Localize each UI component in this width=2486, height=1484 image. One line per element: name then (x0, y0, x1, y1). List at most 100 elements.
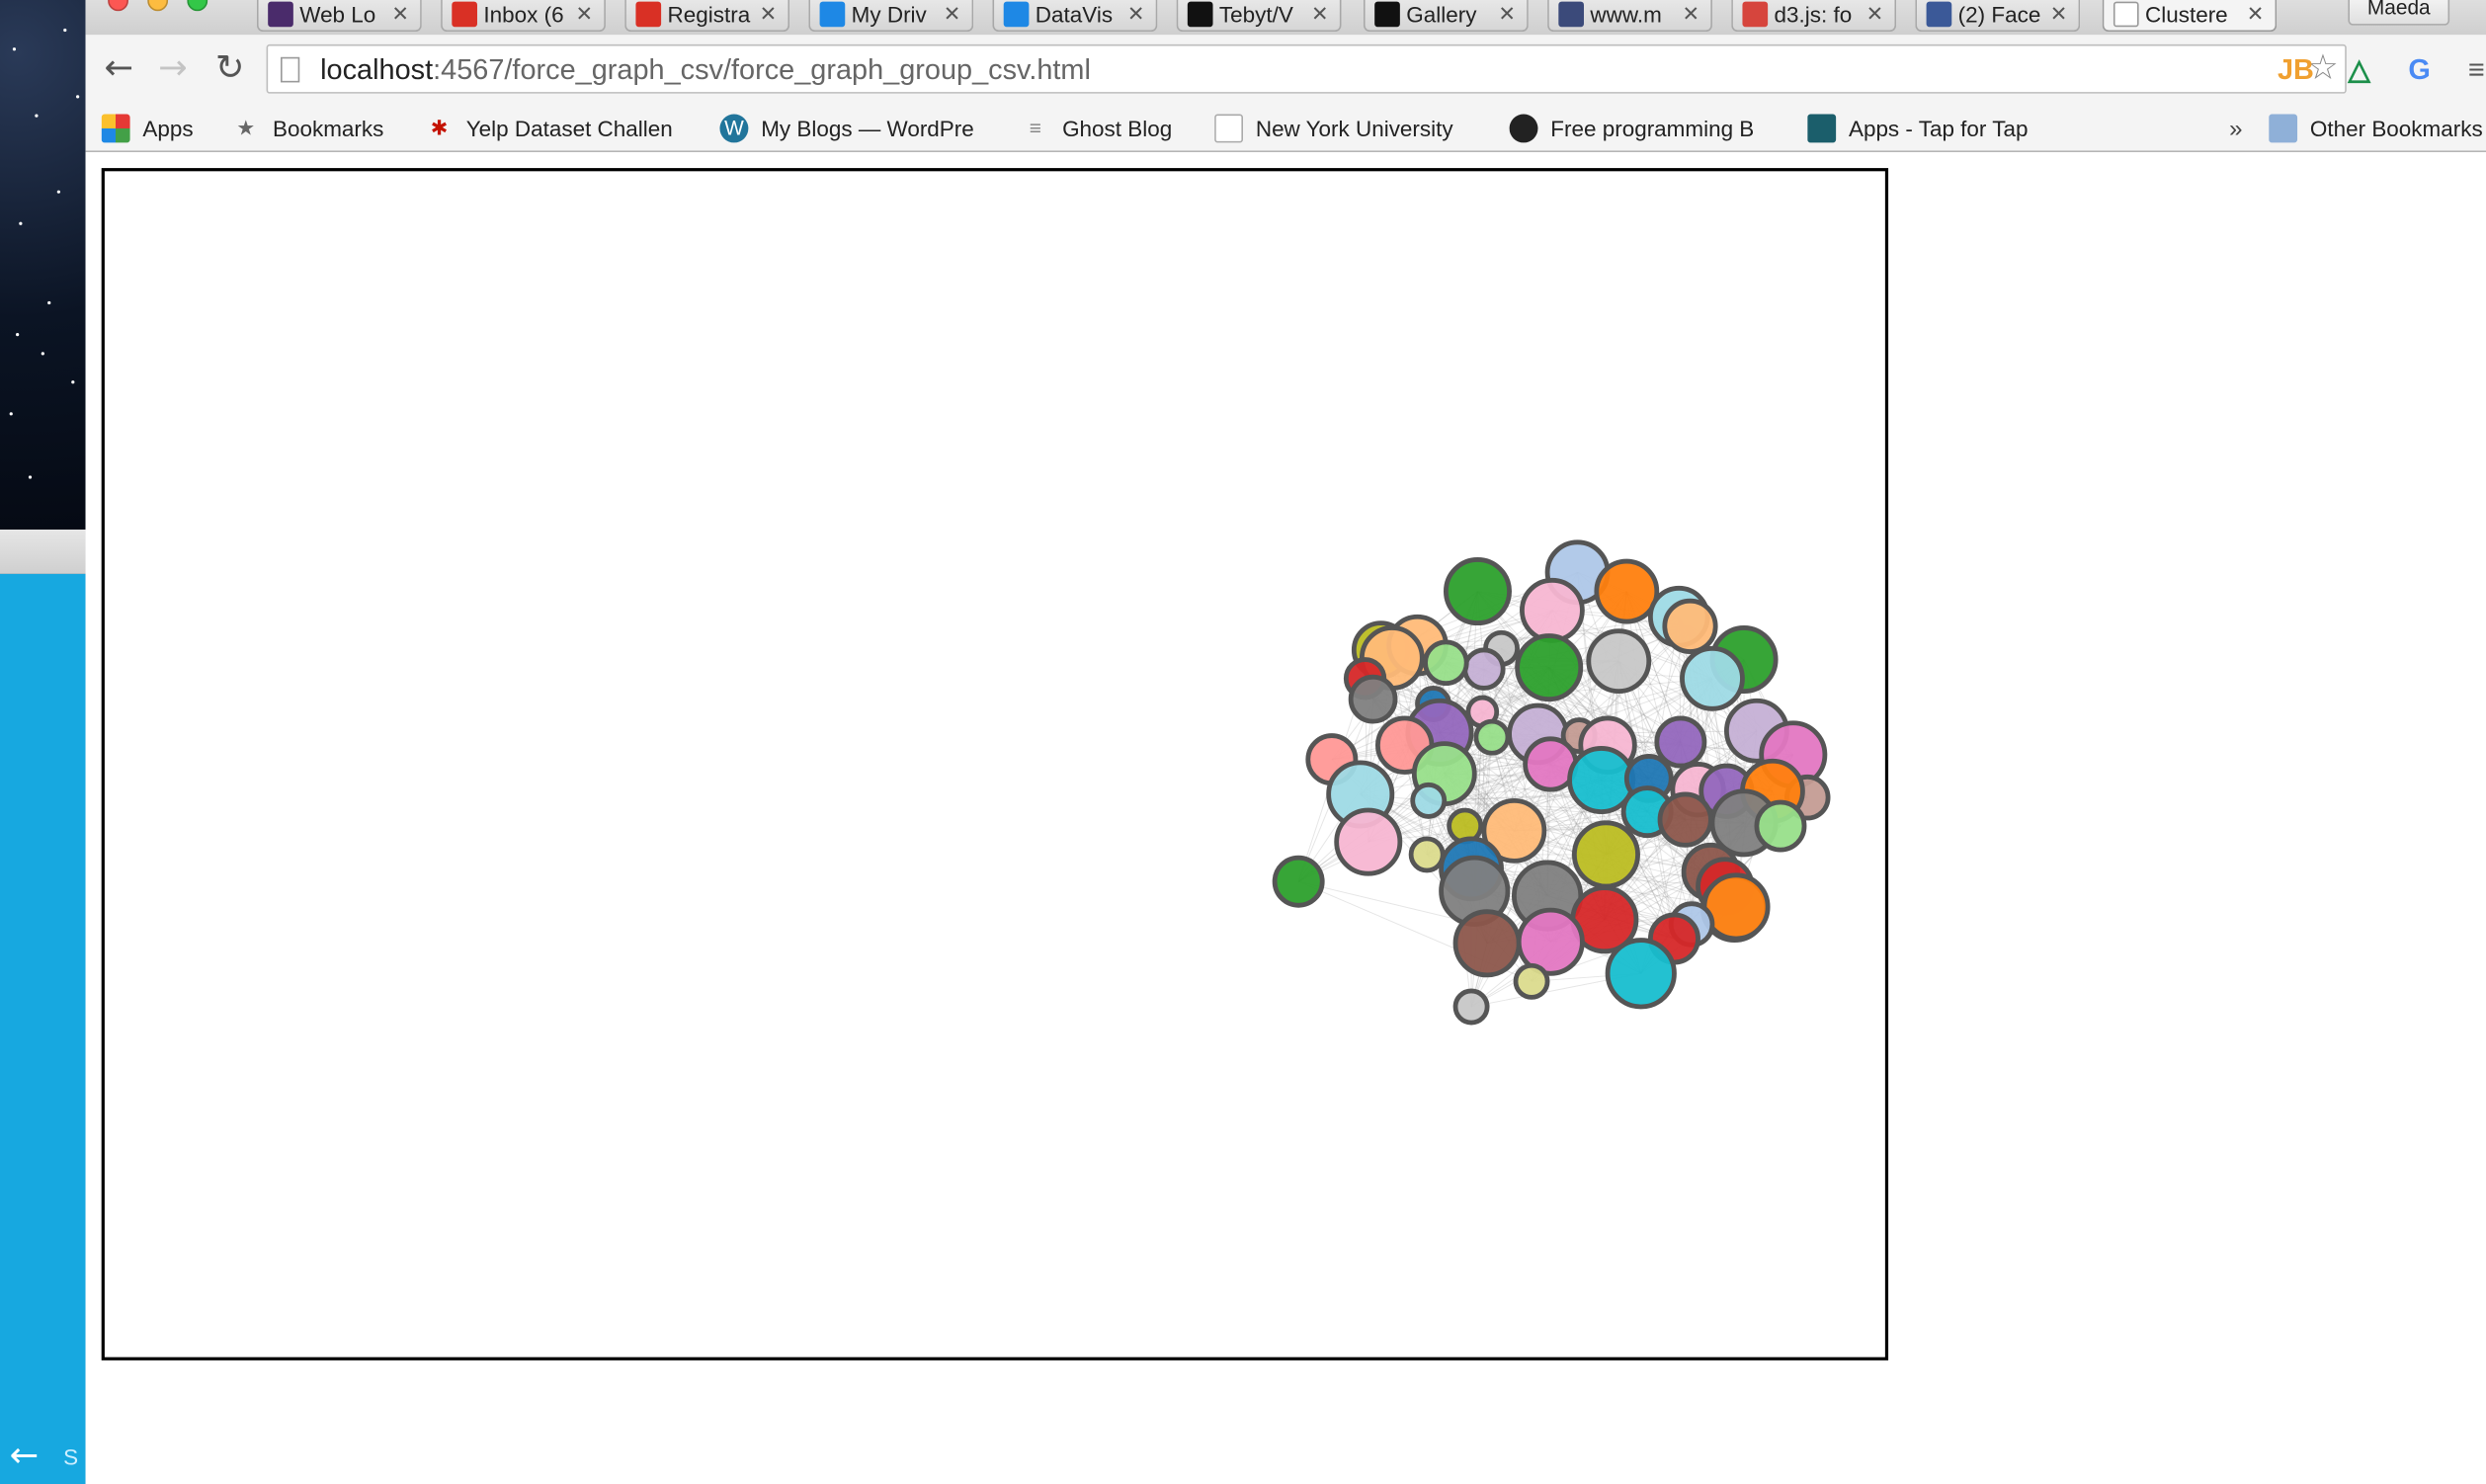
tab-close-icon[interactable]: ✕ (391, 1, 410, 27)
tab-title: DataVis (1035, 0, 1114, 27)
other-bookmarks-folder[interactable]: Other Bookmarks (2269, 111, 2483, 145)
browser-tab[interactable]: Registra ✕ (624, 0, 790, 33)
force-graph-canvas[interactable] (101, 168, 1889, 1360)
browser-tab[interactable]: www.m ✕ (1547, 0, 1712, 33)
wordpress-icon: W (719, 114, 749, 143)
star-dot (56, 190, 60, 194)
tab-close-icon[interactable]: ✕ (1127, 1, 1146, 27)
graph-node[interactable] (1272, 855, 1325, 908)
tab-close-icon[interactable]: ✕ (2050, 1, 2069, 27)
minimize-window-button[interactable] (147, 0, 169, 12)
back-button[interactable]: ← (98, 50, 139, 89)
graph-node[interactable] (1408, 836, 1446, 873)
graph-node[interactable] (1594, 558, 1660, 624)
forward-button[interactable]: → (152, 50, 194, 89)
tab-title: Clustere (2145, 0, 2228, 27)
bookmark-item[interactable]: ≡ Ghost Blog (1021, 111, 1173, 145)
translate-extension-icon[interactable]: G (2397, 47, 2442, 92)
web-logo-icon (268, 0, 293, 27)
github-icon (1374, 0, 1400, 27)
tab-title: d3.js: fo (1774, 0, 1853, 27)
graph-node[interactable] (1443, 557, 1512, 626)
gmail-icon (452, 0, 477, 27)
profile-button[interactable]: Maeda (2348, 0, 2450, 26)
browser-tab[interactable]: (2) Face ✕ (1915, 0, 2081, 33)
tab-close-icon[interactable]: ✕ (944, 1, 962, 27)
tab-title: Gallery (1406, 0, 1477, 27)
bookmarks-overflow-chevron[interactable]: » (2229, 111, 2242, 145)
graph-node[interactable] (1452, 909, 1522, 978)
jetbrains-extension-icon[interactable]: JB (2274, 47, 2318, 92)
page-icon (2113, 0, 2139, 27)
close-window-button[interactable] (108, 0, 128, 12)
graph-node[interactable] (1680, 645, 1745, 711)
browser-tab[interactable]: Web Lo ✕ (256, 0, 422, 33)
apps-grid-icon (101, 114, 130, 143)
bookmark-item[interactable]: Apps (101, 111, 194, 145)
url-text[interactable]: localhost:4567/force_graph_csv/force_gra… (320, 54, 1091, 88)
graph-node[interactable] (1654, 715, 1707, 769)
bookmark-item[interactable]: ✱ Yelp Dataset Challen (425, 111, 673, 145)
bookmark-item[interactable]: W My Blogs — WordPre (719, 111, 974, 145)
google-drive-icon (819, 0, 846, 27)
browser-tab[interactable]: Gallery ✕ (1363, 0, 1529, 33)
shield-icon (1558, 0, 1584, 27)
star-dot (9, 412, 13, 416)
star-dot (35, 114, 39, 118)
graph-node[interactable] (1586, 628, 1652, 695)
graph-nodes (1272, 539, 1831, 1026)
graph-node[interactable] (1662, 598, 1718, 654)
star-dot (71, 380, 75, 384)
tab-close-icon[interactable]: ✕ (1682, 1, 1700, 27)
tab-close-icon[interactable]: ✕ (2247, 1, 2266, 27)
graph-node[interactable] (1334, 807, 1403, 876)
ghost-icon: ≡ (1029, 116, 1041, 140)
tab-close-icon[interactable]: ✕ (575, 1, 594, 27)
graph-node[interactable] (1520, 577, 1585, 643)
graph-node[interactable] (1515, 633, 1584, 702)
browser-tab[interactable]: DataVis ✕ (992, 0, 1158, 33)
graph-node[interactable] (1452, 988, 1490, 1026)
tab-close-icon[interactable]: ✕ (1311, 1, 1330, 27)
tab-title: www.m (1590, 0, 1662, 27)
graph-node[interactable] (1423, 639, 1469, 687)
graph-node[interactable] (1410, 782, 1448, 819)
star-icon: ★ (236, 116, 256, 140)
bookmark-item[interactable]: ★ Bookmarks (231, 111, 383, 145)
graph-node[interactable] (1605, 938, 1677, 1010)
bookmark-label: Yelp Dataset Challen (465, 116, 673, 141)
back-arrow-icon[interactable]: ← (10, 1437, 40, 1476)
graph-node[interactable] (1473, 718, 1511, 756)
graph-node[interactable] (1571, 820, 1640, 889)
graph-node[interactable] (1462, 647, 1506, 691)
tab-close-icon[interactable]: ✕ (760, 1, 779, 27)
graph-node[interactable] (1657, 791, 1713, 848)
browser-tab[interactable]: d3.js: fo ✕ (1731, 0, 1897, 33)
star-dot (41, 352, 44, 356)
github-icon (1509, 114, 1538, 143)
graph-node[interactable] (1513, 962, 1550, 1000)
browser-tab[interactable]: My Driv ✕ (808, 0, 974, 33)
tab-title: Tebyt/V (1218, 0, 1293, 27)
reload-button[interactable]: ↻ (209, 50, 251, 89)
graph-node[interactable] (1754, 799, 1807, 853)
star-dot (28, 475, 33, 479)
graph-node[interactable] (1348, 674, 1398, 724)
desktop-background: ← S (0, 0, 86, 1484)
google-drive-icon (1003, 0, 1030, 27)
tab-close-icon[interactable]: ✕ (1498, 1, 1517, 27)
d3-icon (1742, 0, 1769, 27)
bookmark-item[interactable]: Free programming B (1509, 111, 1754, 145)
zoom-window-button[interactable] (187, 0, 208, 12)
address-bar[interactable]: localhost:4567/force_graph_csv/force_gra… (266, 43, 2347, 94)
drive-extension-icon[interactable]: △ (2337, 47, 2381, 92)
browser-tab[interactable]: Clustere ✕ (2102, 0, 2278, 33)
star-dot (76, 95, 80, 99)
force-graph-svg[interactable] (105, 171, 1885, 1357)
bookmark-item[interactable]: New York University (1214, 111, 1453, 145)
bookmark-item[interactable]: Apps - Tap for Tap (1807, 111, 2028, 145)
menu-icon[interactable]: ≡ (2454, 47, 2486, 92)
tab-close-icon[interactable]: ✕ (1866, 1, 1885, 27)
browser-tab[interactable]: Inbox (6 ✕ (441, 0, 606, 33)
browser-tab[interactable]: Tebyt/V ✕ (1176, 0, 1342, 33)
